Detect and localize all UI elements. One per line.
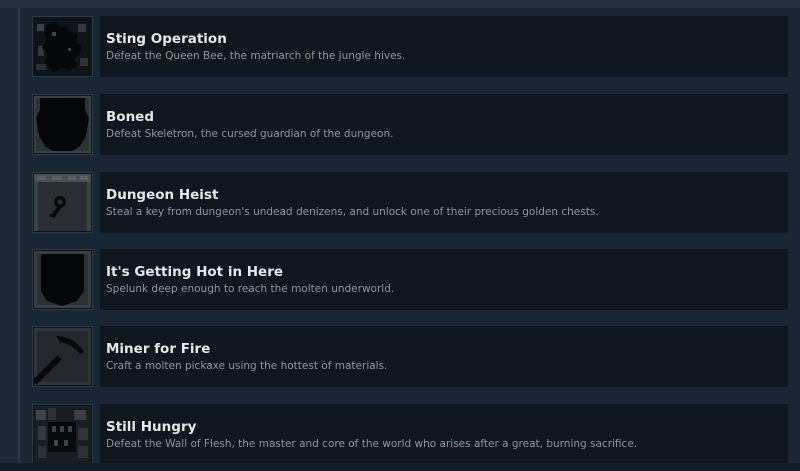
achievement-row[interactable]: Dungeon Heist Steal a key from dungeon's… bbox=[32, 172, 788, 233]
achievement-icon-frame bbox=[32, 249, 93, 310]
achievement-row[interactable]: Still Hungry Defeat the Wall of Flesh, t… bbox=[32, 404, 788, 465]
key-icon bbox=[34, 174, 91, 231]
achievement-title: Sting Operation bbox=[106, 31, 227, 47]
queen-bee-icon bbox=[34, 18, 91, 75]
achievement-title: Dungeon Heist bbox=[106, 187, 219, 203]
achievement-description: Defeat the Queen Bee, the matriarch of t… bbox=[106, 50, 406, 62]
achievement-description: Defeat the Wall of Flesh, the master and… bbox=[106, 438, 638, 450]
achievement-description: Defeat Skeletron, the cursed guardian of… bbox=[106, 128, 394, 140]
achievement-info: Boned Defeat Skeletron, the cursed guard… bbox=[100, 94, 788, 155]
achievement-title: It's Getting Hot in Here bbox=[106, 264, 284, 280]
achievement-icon-frame bbox=[32, 172, 93, 233]
bottom-bar bbox=[0, 463, 800, 471]
achievement-description: Craft a molten pickaxe using the hottest… bbox=[106, 360, 388, 372]
achievement-row[interactable]: Boned Defeat Skeletron, the cursed guard… bbox=[32, 94, 788, 155]
achievement-icon-frame bbox=[32, 326, 93, 387]
achievement-info: Dungeon Heist Steal a key from dungeon's… bbox=[100, 172, 788, 233]
achievement-row[interactable]: Miner for Fire Craft a molten pickaxe us… bbox=[32, 326, 788, 387]
achievement-icon-frame bbox=[32, 16, 93, 77]
achievement-row[interactable]: It's Getting Hot in Here Spelunk deep en… bbox=[32, 249, 788, 310]
achievement-list: Sting Operation Defeat the Queen Bee, th… bbox=[0, 0, 800, 471]
skeletron-icon bbox=[34, 96, 91, 153]
achievement-description: Spelunk deep enough to reach the molten … bbox=[106, 283, 395, 295]
achievement-info: It's Getting Hot in Here Spelunk deep en… bbox=[100, 249, 788, 310]
achievement-description: Steal a key from dungeon's undead denize… bbox=[106, 206, 599, 218]
achievement-info: Sting Operation Defeat the Queen Bee, th… bbox=[100, 16, 788, 77]
pickaxe-icon bbox=[34, 328, 91, 385]
achievement-title: Boned bbox=[106, 109, 154, 125]
achievement-info: Still Hungry Defeat the Wall of Flesh, t… bbox=[100, 404, 788, 465]
achievement-info: Miner for Fire Craft a molten pickaxe us… bbox=[100, 326, 788, 387]
wall-of-flesh-icon bbox=[34, 406, 91, 463]
achievement-title: Still Hungry bbox=[106, 419, 197, 435]
achievement-title: Miner for Fire bbox=[106, 341, 211, 357]
achievement-icon-frame bbox=[32, 404, 93, 465]
achievement-icon-frame bbox=[32, 94, 93, 155]
achievement-row[interactable]: Sting Operation Defeat the Queen Bee, th… bbox=[32, 16, 788, 77]
underworld-icon bbox=[34, 251, 91, 308]
